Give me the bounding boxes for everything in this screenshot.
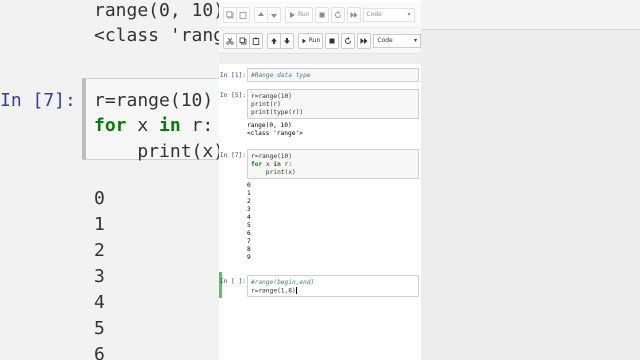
bg-output: 5 [94, 318, 105, 339]
cell-output-line: 4 [247, 214, 251, 221]
move-down-button[interactable] [267, 6, 281, 23]
cell-output-line: 0 [247, 182, 251, 189]
arrow-down-icon [271, 13, 277, 18]
cell-prompt: In [ ]: [219, 278, 246, 285]
code-line: #Range data type [251, 72, 311, 79]
restart-button-faded[interactable] [330, 6, 345, 23]
move-up-button[interactable] [254, 6, 268, 23]
move-up-button[interactable] [267, 32, 281, 49]
run-label: Run [298, 11, 310, 18]
paste-button[interactable] [236, 6, 250, 23]
toolbar-faded: Run Code ▾ [219, 2, 421, 28]
paste-icon [239, 11, 247, 19]
bg-code-line: r=range(10) [94, 90, 214, 111]
cell-output-line: 1 [247, 190, 251, 197]
cut-button[interactable] [223, 32, 237, 49]
bg-output: 4 [94, 292, 105, 313]
fast-forward-icon [350, 11, 358, 18]
cell-output-line: 9 [247, 254, 251, 261]
cell-type-select[interactable]: Code ▾ [373, 33, 421, 48]
fast-forward-icon [360, 37, 368, 44]
cell-input[interactable]: r=range(10) for x in r: print(x) [247, 149, 419, 179]
bg-code-line: for x in r: [94, 115, 214, 136]
code-line: print(r) [251, 101, 281, 109]
cell-output-line: range(0, 10) [247, 122, 292, 129]
code-line: print(x) [251, 169, 296, 177]
arrow-down-icon [284, 37, 290, 44]
bg-output: 0 [94, 188, 105, 209]
code-line: r=range(1,8) [251, 287, 415, 296]
cell-type-value: Code [377, 37, 393, 44]
bg-code-line: range(0, 10) [94, 0, 219, 21]
restart-icon [345, 36, 352, 44]
run-button-faded[interactable]: Run [285, 6, 313, 23]
restart-icon [334, 10, 341, 18]
run-label: Run [308, 37, 321, 44]
copy-icon [226, 10, 234, 18]
bg-output: 3 [94, 266, 105, 287]
bg-output: 6 [94, 344, 105, 360]
restart-button[interactable] [341, 32, 356, 49]
cell-output-line: 8 [247, 246, 251, 253]
cell-type-select-faded[interactable]: Code ▾ [362, 7, 415, 22]
run-button[interactable]: Run [298, 32, 324, 49]
paste-button[interactable] [249, 32, 263, 49]
code-line: #range(begin,end) [251, 279, 315, 286]
cell-prompt: In [5]: [219, 92, 246, 99]
stop-icon [319, 12, 325, 17]
copy-button[interactable] [236, 32, 250, 49]
cell-output-line: 7 [247, 238, 251, 245]
bg-prompt: In [7]: [0, 90, 76, 111]
text-cursor [295, 287, 297, 295]
background-zoom-right [421, 0, 640, 360]
notebook-panel: Run Code ▾ Run Code ▾ In [1]: #Range data … [219, 0, 421, 360]
cell-type-value: Code [366, 11, 382, 18]
cell-output-line: <class 'range'> [247, 130, 303, 137]
background-zoom-left: range(0, 10) <class 'range'> In [7]: r=r… [0, 0, 219, 360]
arrow-up-icon [271, 37, 277, 44]
play-icon [290, 11, 295, 18]
chevron-down-icon: ▾ [407, 11, 411, 18]
bg-code-line: <class 'range'> [94, 25, 219, 46]
fast-forward-button-faded[interactable] [346, 6, 361, 23]
toolbar: Run Code ▾ [219, 28, 421, 54]
code-line: print(type(r)) [251, 109, 304, 117]
toolbar-separator [219, 54, 421, 64]
code-text: r=range(1,8) [251, 287, 296, 295]
cell-output-line: 5 [247, 222, 251, 229]
cell-output-line: 3 [247, 206, 251, 213]
bg-output: 1 [94, 214, 105, 235]
play-icon [302, 38, 307, 43]
paste-icon [252, 37, 260, 45]
stop-button-faded[interactable] [314, 6, 329, 23]
chevron-down-icon: ▾ [413, 37, 417, 44]
copy-button[interactable] [223, 6, 237, 23]
stop-button[interactable] [325, 32, 340, 49]
bg-output: 2 [94, 240, 105, 261]
scissors-icon [226, 37, 234, 45]
code-line: r=range(10) [251, 93, 292, 100]
bg-code-line: print(x) [94, 141, 219, 162]
code-line: r=range(10) [251, 153, 292, 160]
copy-icon [239, 37, 247, 44]
cell-input[interactable]: r=range(10) print(r) print(type(r)) [247, 89, 419, 119]
code-line: for x in r: [251, 161, 293, 169]
cell-output-line: 2 [247, 198, 251, 205]
move-down-button[interactable] [280, 32, 294, 49]
stop-icon [329, 38, 335, 43]
background-toolbar [421, 0, 640, 30]
cell-input-editing[interactable]: #range(begin,end) r=range(1,8) [247, 275, 419, 297]
cell-input[interactable]: #Range data type [247, 68, 419, 82]
cell-output-line: 6 [247, 230, 251, 237]
fast-forward-button[interactable] [357, 32, 372, 49]
arrow-up-icon [258, 11, 264, 16]
cell-prompt: In [7]: [219, 152, 246, 159]
cell-prompt: In [1]: [219, 72, 246, 79]
